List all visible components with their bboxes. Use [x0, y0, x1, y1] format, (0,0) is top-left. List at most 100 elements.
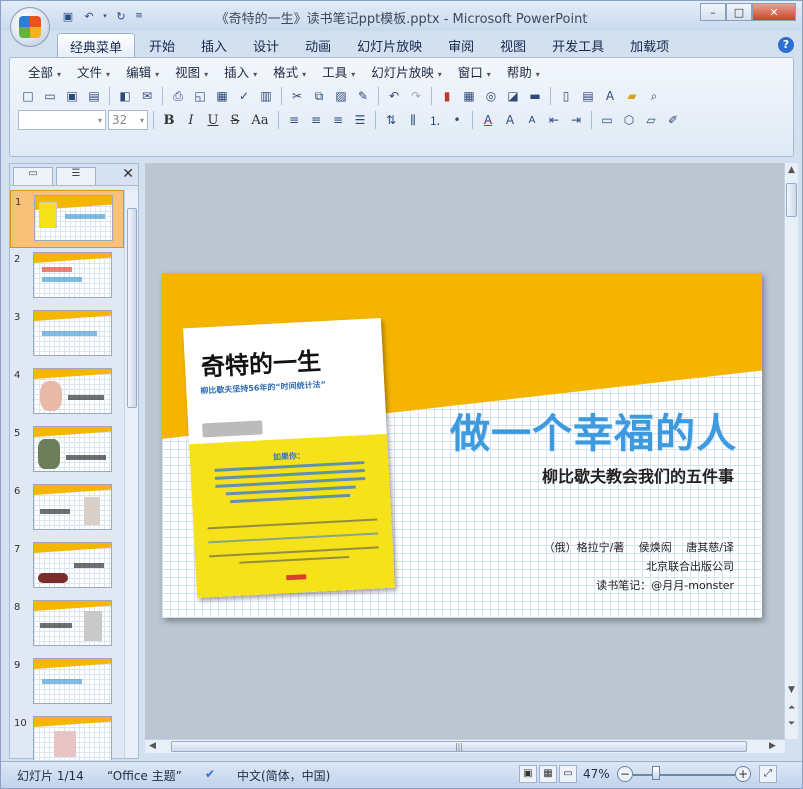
new-icon[interactable]: □ [18, 86, 38, 106]
justify-icon[interactable]: ☰ [350, 110, 370, 130]
align-right-icon[interactable]: ≡ [328, 110, 348, 130]
change-case-button[interactable]: Aa [247, 110, 273, 130]
color-grayscale-icon[interactable]: ◪ [503, 86, 523, 106]
font-size-combo[interactable]: 32 ▾ [108, 110, 148, 130]
shape-outline-icon[interactable]: ✐ [663, 110, 683, 130]
save-icon[interactable]: ▣ [62, 86, 82, 106]
help-icon[interactable]: ? [778, 37, 794, 53]
zoom-slider-knob[interactable] [652, 766, 660, 780]
open-icon[interactable]: ▭ [40, 86, 60, 106]
slide-thumbnail[interactable]: 1 [10, 190, 124, 248]
pane-close-icon[interactable]: ✕ [122, 166, 134, 182]
slide-thumbnail[interactable]: 8 [10, 596, 124, 654]
menu-window[interactable]: 窗口 ▾ [450, 64, 499, 82]
normal-view-icon[interactable]: ▣ [519, 765, 537, 783]
bullets-icon[interactable]: • [447, 110, 467, 130]
insert-chart-icon[interactable]: ▮ [437, 86, 457, 106]
scroll-up-icon[interactable]: ▲ [788, 165, 795, 175]
strikethrough-button[interactable]: S [225, 110, 245, 130]
next-slide-icon[interactable]: ⏷ [788, 719, 795, 729]
format-painter-icon[interactable]: ✎ [353, 86, 373, 106]
reference-icon[interactable]: ▥ [256, 86, 276, 106]
slides-pane-scrollbar[interactable] [124, 190, 138, 758]
close-button[interactable]: ✕ [752, 3, 796, 21]
slide-thumbnail[interactable]: 4 [10, 364, 124, 422]
italic-button[interactable]: I [181, 110, 201, 130]
credit-publisher[interactable]: 北京联合出版公司 [646, 558, 734, 574]
theme-name[interactable]: “Office 主题” [107, 767, 182, 784]
scroll-thumb[interactable] [127, 208, 137, 408]
columns-icon[interactable]: ⫼ [403, 110, 423, 130]
numbering-icon[interactable]: ⒈ [425, 110, 445, 130]
credit-authors[interactable]: （俄）格拉宁/著 侯焕闳 唐其慈/译 [544, 539, 734, 555]
paste-icon[interactable]: ▨ [331, 86, 351, 106]
tab-classic-menu[interactable]: 经典菜单 [57, 33, 136, 57]
folder-icon[interactable]: ▰ [622, 86, 642, 106]
slideshow-view-icon[interactable]: ▭ [559, 765, 577, 783]
preview-icon[interactable]: ◱ [190, 86, 210, 106]
menu-tools[interactable]: 工具 ▾ [314, 64, 363, 82]
spelling-icon[interactable]: ✓ [234, 86, 254, 106]
insert-table-icon[interactable]: ▦ [459, 86, 479, 106]
minimize-button[interactable]: – [700, 3, 726, 21]
scroll-right-icon[interactable]: ▶ [769, 741, 776, 751]
menu-edit[interactable]: 编辑 ▾ [118, 64, 167, 82]
align-left-icon[interactable]: ≡ [284, 110, 304, 130]
tab-design[interactable]: 设计 [241, 33, 291, 57]
tab-review[interactable]: 审阅 [436, 33, 486, 57]
zoom-level[interactable]: 47% [583, 767, 610, 781]
zoom-out-icon[interactable]: − [617, 766, 633, 782]
shape-fill-icon[interactable]: ▱ [641, 110, 661, 130]
tab-outline[interactable]: ☰ [56, 167, 96, 185]
cut-icon[interactable]: ✂ [287, 86, 307, 106]
shrink-font-icon[interactable]: A [522, 110, 542, 130]
font-name-combo[interactable]: ▾ [18, 110, 106, 130]
shape-icon[interactable]: ⬡ [619, 110, 639, 130]
textbox-icon[interactable]: A [600, 86, 620, 106]
undo-icon[interactable]: ↶ [384, 86, 404, 106]
slide-subtitle[interactable]: 柳比歇夫教会我们的五件事 [542, 463, 734, 487]
slide-thumbnail[interactable]: 7 [10, 538, 124, 596]
slide-canvas[interactable]: 奇特的一生 柳比歇夫坚持56年的“时间统计法” 如果你： 做一个幸福的人 柳比歇… [162, 273, 762, 618]
menu-all[interactable]: 全部 ▾ [20, 64, 69, 82]
office-button[interactable] [10, 7, 50, 47]
text-direction-icon[interactable]: ⇅ [381, 110, 401, 130]
decrease-indent-icon[interactable]: ⇤ [544, 110, 564, 130]
tab-developer[interactable]: 开发工具 [540, 33, 616, 57]
horizontal-scrollbar[interactable]: ◀ ||| ▶ [145, 739, 785, 753]
copy-icon[interactable]: ⧉ [309, 86, 329, 106]
zoom-in-icon[interactable]: + [735, 766, 751, 782]
arrange-icon[interactable]: ▭ [597, 110, 617, 130]
scroll-thumb[interactable] [786, 183, 797, 217]
print-icon[interactable]: ⎙ [168, 86, 188, 106]
email-icon[interactable]: ✉ [137, 86, 157, 106]
layout-icon[interactable]: ▤ [578, 86, 598, 106]
slide-title[interactable]: 做一个幸福的人 [450, 401, 737, 459]
menu-slideshow[interactable]: 幻灯片放映 ▾ [363, 64, 450, 82]
slide-thumbnail[interactable]: 9 [10, 654, 124, 712]
align-center-icon[interactable]: ≡ [306, 110, 326, 130]
scroll-thumb[interactable]: ||| [171, 741, 747, 752]
fit-to-window-icon[interactable]: ⤢ [759, 765, 777, 783]
research-icon[interactable]: ▦ [212, 86, 232, 106]
tab-slideshow[interactable]: 幻灯片放映 [345, 33, 434, 57]
insert-clipart-icon[interactable]: ◎ [481, 86, 501, 106]
slide-thumbnail[interactable]: 10 [10, 712, 124, 760]
tab-animations[interactable]: 动画 [293, 33, 343, 57]
menu-view[interactable]: 视图 ▾ [167, 64, 216, 82]
book-cover-image[interactable]: 奇特的一生 柳比歇夫坚持56年的“时间统计法” 如果你： [183, 318, 395, 598]
previous-slide-icon[interactable]: ⏶ [788, 703, 795, 713]
tab-insert[interactable]: 插入 [189, 33, 239, 57]
zoom-icon[interactable]: ⌕ [644, 86, 664, 106]
slide-thumbnail[interactable]: 2 [10, 248, 124, 306]
permission-icon[interactable]: ◧ [115, 86, 135, 106]
zoom-slider[interactable] [633, 774, 735, 776]
slide-thumbnail[interactable]: 5 [10, 422, 124, 480]
font-color-icon[interactable]: A [478, 110, 498, 130]
vertical-scrollbar[interactable]: ▲ ▼ ⏶ ⏷ [784, 163, 798, 739]
tab-addins[interactable]: 加载项 [618, 33, 681, 57]
tab-slides[interactable]: ▭ [13, 167, 53, 185]
slide-thumbnail[interactable]: 6 [10, 480, 124, 538]
menu-format[interactable]: 格式 ▾ [265, 64, 314, 82]
underline-button[interactable]: U [203, 110, 223, 130]
